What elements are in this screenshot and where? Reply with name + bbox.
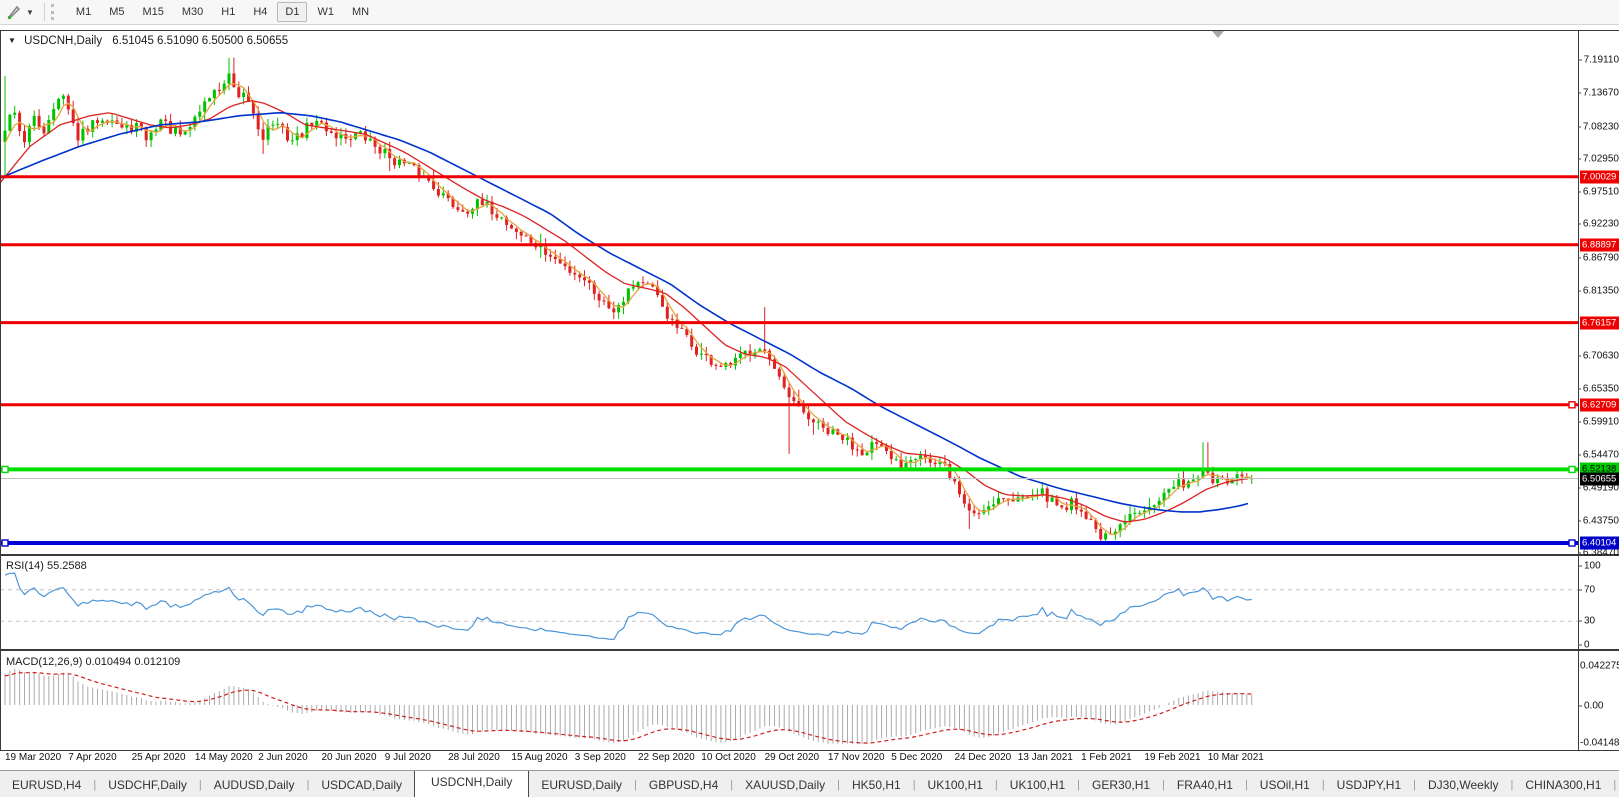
date-label: 10 Oct 2020 (701, 752, 756, 763)
chart-tab-uk100-h1[interactable]: UK100,H1 (998, 774, 1077, 796)
chart-frame-bottom (0, 750, 1619, 751)
price-tick-label: 6.43750 (1578, 515, 1619, 526)
price-level-badge: 6.40104 (1580, 536, 1619, 550)
price-level-badge: 6.88897 (1580, 238, 1619, 252)
chart-title-marker-icon: ▼ (8, 36, 16, 45)
chart-frame-top (0, 30, 1619, 31)
rsi-scale-label: 0 (1578, 640, 1619, 651)
date-label: 17 Nov 2020 (827, 752, 885, 763)
date-label: 13 Jan 2021 (1017, 752, 1073, 763)
date-label: 25 Apr 2020 (131, 752, 186, 763)
date-label: 14 May 2020 (194, 752, 253, 763)
date-label: 29 Oct 2020 (764, 752, 820, 763)
chart-title: ▼ USDCNH,Daily 6.51045 6.51090 6.50500 6… (8, 35, 288, 47)
rsi-scale-label: 100 (1578, 561, 1619, 572)
date-label: 9 Jul 2020 (384, 752, 431, 763)
mt4-window: ▼ M1 M5 M15 M30 H1 H4 D1 W1 MN ▼ USDCNH,Daily 6.… (0, 0, 1619, 797)
date-label: 5 Dec 2020 (891, 752, 943, 763)
date-label: 1 Feb 2021 (1081, 752, 1132, 763)
price-tick-label: 7.13670 (1578, 88, 1619, 99)
chart-tab-usdjpy-h1[interactable]: USDJPY,H1 (1325, 774, 1413, 796)
chart-tab-fra40-h1[interactable]: FRA40,H1 (1165, 774, 1245, 796)
rsi-label: RSI(14) 55.2588 (6, 560, 87, 572)
price-tick-label: 6.86790 (1578, 252, 1619, 263)
price-tick-label: 6.92230 (1578, 219, 1619, 230)
chart-tab-eurusd-h4[interactable]: EURUSD,H4 (0, 774, 93, 796)
date-label: 20 Jun 2020 (321, 752, 377, 763)
chart-frame-left (0, 30, 1, 750)
chart-tab-china300-h1[interactable]: CHINA300,H1 (1513, 774, 1613, 796)
chart-tab-usoil-h1[interactable]: USOil,H1 (1248, 774, 1322, 796)
date-label: 3 Sep 2020 (574, 752, 626, 763)
macd-scale-label: -0.04148 (1580, 737, 1619, 748)
macd-scale-label: 0.00 (1578, 700, 1619, 711)
date-label: 15 Aug 2020 (511, 752, 568, 763)
date-label: 7 Apr 2020 (68, 752, 117, 763)
chart-tab-dj30-weekly[interactable]: DJ30,Weekly (1416, 774, 1510, 796)
chart-symbol-label: USDCNH,Daily (24, 35, 103, 47)
date-label: 19 Feb 2021 (1144, 752, 1201, 763)
price-tick-label: 7.08230 (1578, 121, 1619, 132)
rsi-scale-label: 70 (1578, 584, 1619, 595)
date-label: 19 Mar 2020 (5, 752, 62, 763)
chart-tab-uk100-h1[interactable]: UK100,H1 (916, 774, 995, 796)
price-tick-label: 6.54470 (1578, 450, 1619, 461)
price-tick-label: 7.19110 (1578, 55, 1619, 66)
chart-tab-gbpusd-h4[interactable]: GBPUSD,H4 (637, 774, 730, 796)
date-label: 22 Sep 2020 (638, 752, 695, 763)
chart-tab-audusd-daily[interactable]: AUDUSD,Daily (202, 774, 307, 796)
chart-tab-ger30-h1[interactable]: GER30,H1 (1080, 774, 1162, 796)
price-level-badge: 6.76157 (1580, 316, 1619, 330)
price-tick-label: 6.70630 (1578, 351, 1619, 362)
rsi-scale-label: 30 (1578, 616, 1619, 627)
chart-tab-hk50-h1[interactable]: HK50,H1 (840, 774, 913, 796)
price-level-badge: 6.62709 (1580, 398, 1619, 412)
macd-scale-label: 0.042275 (1580, 660, 1619, 671)
price-tick-label: 7.02950 (1578, 153, 1619, 164)
price-level-badge: 7.00029 (1580, 170, 1619, 184)
rsi-panel-divider[interactable] (0, 554, 1619, 556)
price-tick-label: 6.97510 (1578, 187, 1619, 198)
date-label: 2 Jun 2020 (258, 752, 308, 763)
macd-label: MACD(12,26,9) 0.010494 0.012109 (6, 656, 181, 668)
date-label: 10 Mar 2021 (1207, 752, 1264, 763)
date-label: 28 Jul 2020 (448, 752, 500, 763)
chart-tab-eurusd-daily[interactable]: EURUSD,Daily (529, 774, 634, 796)
symbol-tabbar: EURUSD,H4 | USDCHF,Daily | AUDUSD,Daily | USDC… (0, 770, 1619, 797)
macd-panel-divider[interactable] (0, 649, 1619, 651)
price-tick-label: 6.59910 (1578, 416, 1619, 427)
price-tick-label: 6.81350 (1578, 285, 1619, 296)
price-tick-label: 6.65350 (1578, 383, 1619, 394)
chart-tab-xauusd-daily[interactable]: XAUUSD,Daily (733, 774, 837, 796)
chart-canvas[interactable] (0, 0, 1619, 797)
symbol-tabs: EURUSD,H4 | USDCHF,Daily | AUDUSD,Daily | USDC… (0, 771, 1619, 797)
chart-tab-usdchf-daily[interactable]: USDCHF,Daily (96, 774, 199, 796)
chart-tab-usdcnh-daily[interactable]: USDCNH,Daily (414, 771, 530, 797)
chart-ohlc-values: 6.51045 6.51090 6.50500 6.50655 (112, 35, 289, 47)
price-level-badge: 6.50655 (1580, 472, 1619, 485)
date-label: 24 Dec 2020 (954, 752, 1012, 763)
chart-tab-usdcad-daily[interactable]: USDCAD,Daily (309, 774, 414, 796)
